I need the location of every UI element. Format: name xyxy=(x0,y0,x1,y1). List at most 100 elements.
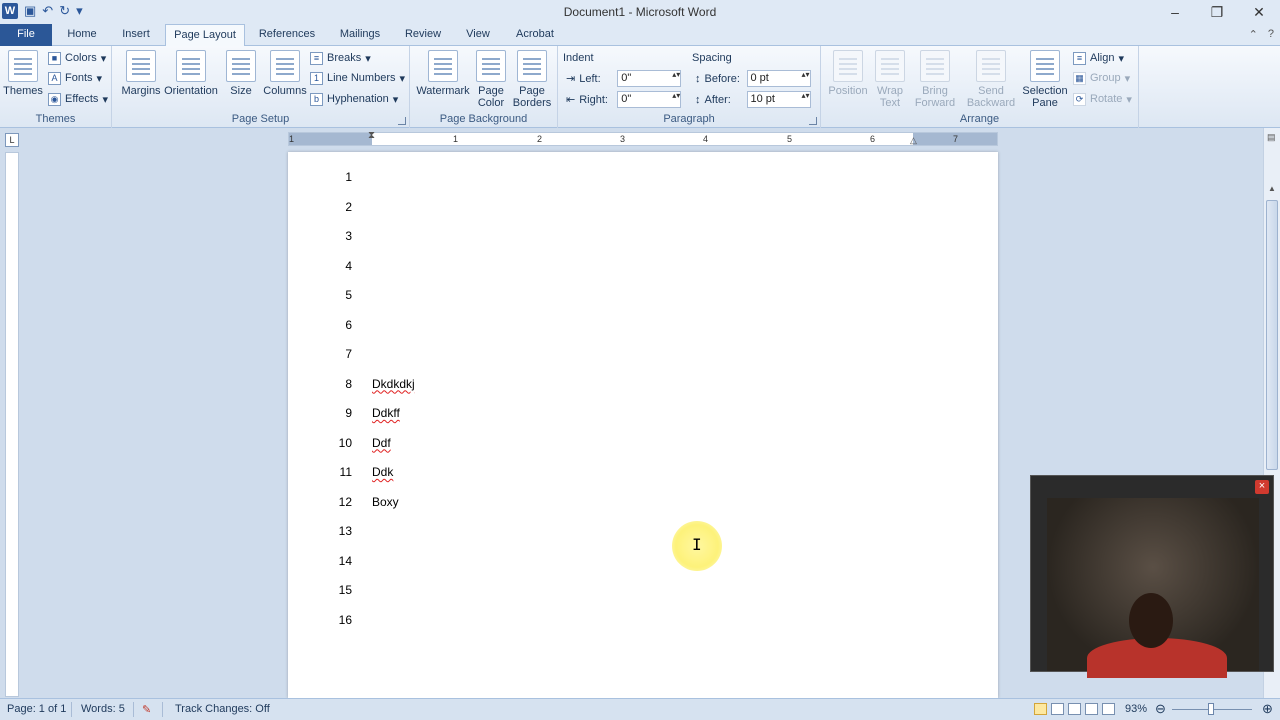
tab-references[interactable]: References xyxy=(252,24,322,46)
orientation-button[interactable]: Orientation xyxy=(162,50,220,97)
document-line[interactable]: 4 xyxy=(288,259,998,279)
rotate-button[interactable]: ⟳ Rotate ▾ xyxy=(1073,90,1132,108)
document-line[interactable]: 2 xyxy=(288,200,998,220)
fonts-button[interactable]: A Fonts ▾ xyxy=(48,69,102,87)
page-count[interactable]: Page: 1 of 1 xyxy=(7,703,66,715)
indent-right-input[interactable]: 0" xyxy=(617,91,682,108)
bring-forward-button[interactable]: Bring Forward xyxy=(909,50,961,109)
line-number: 3 xyxy=(345,229,352,243)
indent-left-input[interactable]: 0" xyxy=(617,70,682,87)
line-text[interactable]: Boxy xyxy=(372,495,399,509)
tab-view[interactable]: View xyxy=(456,24,500,46)
send-backward-button[interactable]: Send Backward xyxy=(963,50,1019,109)
zoom-slider-thumb[interactable] xyxy=(1208,703,1214,715)
spacing-after-input[interactable]: 10 pt xyxy=(746,91,811,108)
document-line[interactable]: 13 xyxy=(288,524,998,544)
group-icon: ▦ xyxy=(1073,71,1086,85)
document-line[interactable]: 1 xyxy=(288,170,998,190)
document-line[interactable]: 8 Dkdkdkj xyxy=(288,377,998,397)
watermark-button[interactable]: Watermark xyxy=(416,50,470,97)
line-text[interactable]: Ddk xyxy=(372,465,393,479)
scrollbar-thumb[interactable] xyxy=(1266,200,1278,470)
breaks-button[interactable]: ≡ Breaks ▾ xyxy=(310,49,371,67)
line-number: 15 xyxy=(338,583,352,597)
close-icon[interactable]: ✕ xyxy=(1238,0,1280,24)
draft-icon[interactable] xyxy=(1102,703,1115,715)
proofing-icon[interactable]: ✎ xyxy=(142,703,151,716)
group-label-paragraph: Paragraph xyxy=(663,113,715,125)
line-text[interactable]: Dkdkdkj xyxy=(372,377,415,391)
document-line[interactable]: 5 xyxy=(288,288,998,308)
ruler-toggle-icon[interactable]: ▤ xyxy=(1267,132,1276,143)
spacing-before-input[interactable]: 0 pt xyxy=(746,70,811,87)
document-page[interactable]: 1 2 3 4 5 6 7 8 Dkdkdkj 9 Ddkff 10 Ddf 11 Ddk 12 Boxy 13 1… xyxy=(288,152,998,698)
restore-icon[interactable]: ❐ xyxy=(1196,0,1238,24)
document-line[interactable]: 6 xyxy=(288,318,998,338)
size-button[interactable]: Size xyxy=(218,50,264,97)
document-line[interactable]: 14 xyxy=(288,554,998,574)
document-line[interactable]: 9 Ddkff xyxy=(288,406,998,426)
minimize-icon[interactable]: – xyxy=(1154,0,1196,24)
document-line[interactable]: 15 xyxy=(288,583,998,603)
document-line[interactable]: 7 xyxy=(288,347,998,367)
web-layout-icon[interactable] xyxy=(1068,703,1081,715)
help-icon[interactable]: ? xyxy=(1268,28,1274,41)
zoom-out-icon[interactable]: ⊖ xyxy=(1155,701,1166,717)
hyphenation-button[interactable]: b Hyphenation ▾ xyxy=(310,90,398,108)
line-text[interactable]: Ddf xyxy=(372,436,391,450)
zoom-in-icon[interactable]: ⊕ xyxy=(1262,701,1273,717)
right-indent-marker-icon[interactable]: △ xyxy=(910,135,917,146)
columns-button[interactable]: Columns xyxy=(262,50,308,97)
document-line[interactable]: 16 xyxy=(288,613,998,633)
tab-page-layout[interactable]: Page Layout xyxy=(165,24,245,47)
full-screen-reading-icon[interactable] xyxy=(1051,703,1064,715)
group-page-background: Watermark Page Color Page Borders Page Bac… xyxy=(410,46,558,128)
close-icon[interactable]: × xyxy=(1255,480,1269,494)
document-line[interactable]: 3 xyxy=(288,229,998,249)
tab-acrobat[interactable]: Acrobat xyxy=(508,24,562,46)
wrap-text-button[interactable]: Wrap Text xyxy=(867,50,913,109)
document-line[interactable]: 11 Ddk xyxy=(288,465,998,485)
vertical-ruler[interactable] xyxy=(5,152,19,697)
document-line[interactable]: 12 Boxy xyxy=(288,495,998,515)
horizontal-ruler[interactable]: 1 1 2 3 4 5 6 7 ⧗ △ xyxy=(288,130,998,146)
minimize-ribbon-icon[interactable]: ⌃ xyxy=(1249,28,1258,41)
selection-pane-button[interactable]: Selection Pane xyxy=(1019,50,1071,109)
spacing-before: ↕ Before: 0 pt xyxy=(695,70,811,87)
group-button[interactable]: ▦ Group ▾ xyxy=(1073,69,1130,87)
zoom-level[interactable]: 93% xyxy=(1125,703,1147,715)
page-color-button[interactable]: Page Color xyxy=(470,50,512,109)
ibeam-cursor-icon: I xyxy=(692,535,702,554)
line-number: 9 xyxy=(345,406,352,420)
scroll-up-icon[interactable]: ▲ xyxy=(1268,184,1276,193)
tab-file[interactable]: File xyxy=(0,24,52,46)
themes-button[interactable]: Themes xyxy=(2,50,44,97)
group-paragraph: Indent Spacing ⇥Left:0" ⇤Right:0" ↕Befor… xyxy=(558,46,821,128)
margins-button[interactable]: Margins xyxy=(118,50,164,97)
align-button[interactable]: ≡ Align ▾ xyxy=(1073,49,1124,67)
position-button[interactable]: Position xyxy=(825,50,871,97)
hyphenation-icon: b xyxy=(310,92,323,106)
page-borders-icon xyxy=(517,50,547,82)
group-label-page-background: Page Background xyxy=(439,113,528,125)
page-setup-launcher-icon[interactable] xyxy=(398,117,406,125)
line-numbers-button[interactable]: 1 Line Numbers ▾ xyxy=(310,69,405,87)
outline-icon[interactable] xyxy=(1085,703,1098,715)
tab-insert[interactable]: Insert xyxy=(112,24,160,46)
colors-button[interactable]: ■ Colors ▾ xyxy=(48,49,106,67)
document-line[interactable]: 10 Ddf xyxy=(288,436,998,456)
tab-selector-icon[interactable]: L xyxy=(5,133,19,147)
indent-right-icon: ⇤ xyxy=(566,94,576,106)
paragraph-launcher-icon[interactable] xyxy=(809,117,817,125)
tab-home[interactable]: Home xyxy=(60,24,104,46)
track-changes-status[interactable]: Track Changes: Off xyxy=(175,703,270,715)
tab-mailings[interactable]: Mailings xyxy=(330,24,390,46)
page-borders-button[interactable]: Page Borders xyxy=(510,50,554,109)
indent-right: ⇤ Right: 0" xyxy=(566,91,682,108)
print-layout-icon[interactable] xyxy=(1034,703,1047,715)
indent-marker-icon[interactable]: ⧗ xyxy=(368,130,375,141)
word-count[interactable]: Words: 5 xyxy=(81,703,125,715)
tab-review[interactable]: Review xyxy=(398,24,448,46)
effects-button[interactable]: ◉ Effects ▾ xyxy=(48,90,108,108)
line-text[interactable]: Ddkff xyxy=(372,406,400,420)
